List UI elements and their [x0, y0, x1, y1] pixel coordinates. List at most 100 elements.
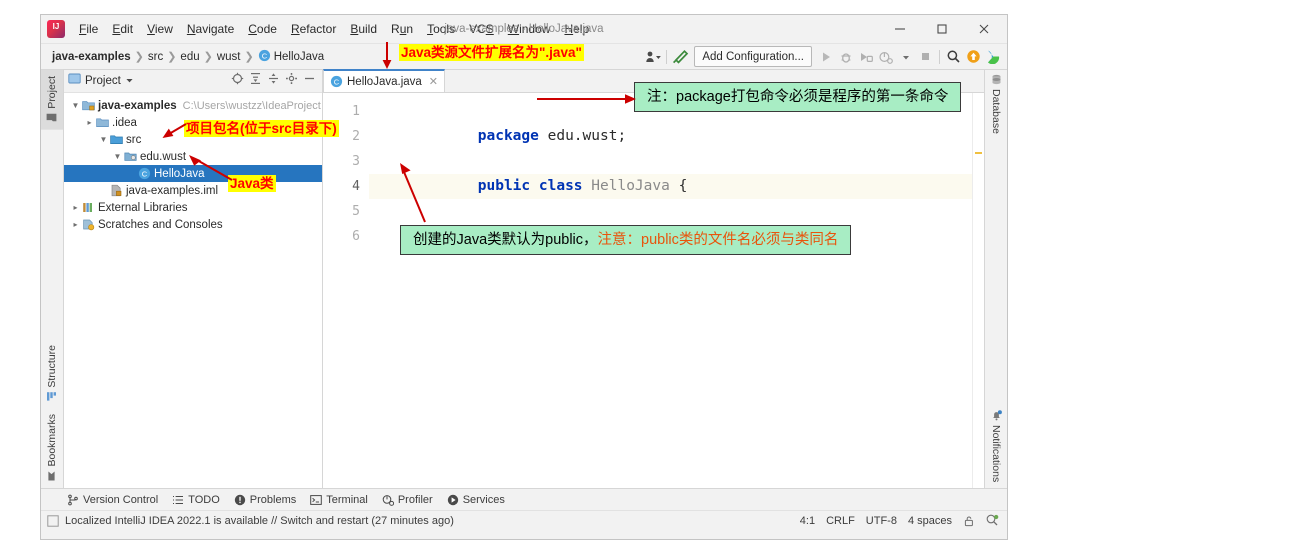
breadcrumb-item-hellojava[interactable]: C HelloJava	[255, 48, 328, 66]
chevron-down-icon[interactable]: ▼	[112, 152, 123, 161]
libraries-icon	[81, 201, 96, 214]
tree-label: java-examples	[98, 99, 177, 112]
encoding-widget[interactable]: UTF-8	[866, 515, 897, 527]
sidebar-item-bookmarks[interactable]: Bookmarks	[41, 408, 63, 488]
menu-build[interactable]: Build	[343, 19, 384, 39]
error-stripe-marker-bar[interactable]	[972, 93, 984, 488]
tool-button-label: TODO	[188, 493, 220, 506]
tool-button-label: Services	[462, 493, 505, 506]
tool-button-todo[interactable]: TODO	[172, 494, 220, 506]
breadcrumb-item-edu[interactable]: edu	[177, 50, 202, 64]
line-number: 4	[352, 179, 360, 194]
tree-row-iml[interactable]: java-examples.iml	[64, 182, 322, 199]
menu-view[interactable]: View	[140, 19, 180, 39]
tree-row-java-examples[interactable]: ▼ java-examples C:\Users\wustzz\IdeaProj…	[64, 97, 322, 114]
scratches-icon	[81, 218, 96, 231]
sidebar-item-notifications[interactable]: Notifications	[990, 404, 1002, 488]
breadcrumb-item-src[interactable]: src	[145, 50, 166, 64]
debug-icon[interactable]	[836, 47, 855, 66]
close-button[interactable]	[963, 16, 1005, 43]
chevron-down-icon[interactable]	[125, 72, 134, 90]
search-everywhere-icon[interactable]	[944, 47, 963, 66]
menu-run[interactable]: Run	[384, 19, 420, 39]
notification-square-icon[interactable]	[47, 514, 59, 527]
tool-button-problems[interactable]: Problems	[234, 494, 296, 506]
caret-position-widget[interactable]: 4:1	[800, 515, 815, 527]
code-text-area[interactable]: package edu.wust; public class HelloJava…	[369, 93, 984, 488]
read-only-lock-icon[interactable]	[963, 515, 975, 527]
indent-widget[interactable]: 4 spaces	[908, 515, 952, 527]
warning-stripe-marker[interactable]	[975, 152, 982, 154]
inspections-widget-icon[interactable]	[986, 514, 999, 527]
hide-icon[interactable]	[303, 72, 316, 90]
tool-button-label: Version Control	[83, 493, 159, 506]
profile-icon[interactable]	[876, 47, 895, 66]
editor-tab-label: HelloJava.java	[347, 75, 422, 88]
java-class-icon: C	[330, 75, 343, 88]
menu-help[interactable]: Help	[557, 19, 596, 39]
code-editor[interactable]: 1 2 3 4 5 6 package edu.wust; public cla…	[323, 93, 984, 488]
breadcrumb-label: HelloJava	[273, 50, 325, 63]
expand-all-icon[interactable]	[249, 72, 262, 90]
tool-button-services[interactable]: Services	[447, 494, 505, 506]
update-icon[interactable]	[964, 47, 983, 66]
project-icon	[68, 72, 81, 90]
sidebar-item-label: Structure	[46, 344, 58, 388]
chevron-right-icon[interactable]: ▸	[84, 118, 95, 127]
locate-icon[interactable]	[231, 72, 244, 90]
close-icon[interactable]: ✕	[426, 75, 438, 88]
tool-button-profiler[interactable]: Profiler	[382, 494, 433, 506]
user-dropdown-icon[interactable]	[643, 47, 662, 66]
chevron-down-icon[interactable]: ▼	[70, 101, 81, 110]
breadcrumb-item-project[interactable]: java-examples	[49, 50, 134, 64]
menu-vcs[interactable]: VCS	[462, 19, 501, 39]
sidebar-item-structure[interactable]: Structure	[41, 339, 63, 409]
menu-file[interactable]: File	[72, 19, 105, 39]
project-icon	[47, 113, 58, 124]
chevron-down-icon[interactable]	[896, 47, 915, 66]
tool-button-terminal[interactable]: Terminal	[310, 494, 368, 506]
editor-tab-hellojava[interactable]: C HelloJava.java ✕	[323, 69, 446, 92]
collapse-all-icon[interactable]	[267, 72, 280, 90]
sidebar-item-label: Project	[46, 76, 58, 109]
toolbar-divider	[666, 49, 668, 64]
line-separator-widget[interactable]: CRLF	[826, 515, 855, 527]
hammer-build-icon[interactable]	[671, 47, 690, 66]
menu-tools[interactable]: Tools	[420, 19, 462, 39]
ide-features-trainer-icon[interactable]	[984, 47, 1003, 66]
sidebar-item-database[interactable]: Database	[990, 70, 1002, 140]
chevron-right-icon[interactable]: ▸	[70, 203, 81, 212]
breadcrumb-separator: ❯	[244, 51, 254, 63]
run-icon[interactable]	[816, 47, 835, 66]
chevron-down-icon[interactable]: ▼	[98, 135, 109, 144]
right-tool-stripe: Database Notifications	[984, 70, 1007, 488]
java-class-icon: C	[137, 167, 152, 180]
menu-edit[interactable]: Edit	[105, 19, 140, 39]
run-with-coverage-icon[interactable]	[856, 47, 875, 66]
breadcrumb: java-examples ❯ src ❯ edu ❯ wust ❯ C Hel…	[49, 48, 327, 66]
stop-icon[interactable]	[916, 47, 935, 66]
tree-row-external-libraries[interactable]: ▸ External Libraries	[64, 199, 322, 216]
add-configuration-button[interactable]: Add Configuration...	[694, 46, 812, 67]
maximize-button[interactable]	[921, 16, 963, 43]
status-message[interactable]: Localized IntelliJ IDEA 2022.1 is availa…	[65, 515, 454, 527]
tree-label: src	[126, 133, 142, 146]
code-token: public	[477, 178, 531, 194]
tree-row-scratches[interactable]: ▸ Scratches and Consoles	[64, 216, 322, 233]
breadcrumb-item-wust[interactable]: wust	[214, 50, 244, 64]
sidebar-item-project[interactable]: Project	[41, 70, 63, 130]
menu-code[interactable]: Code	[241, 19, 284, 39]
menu-window[interactable]: Window	[501, 19, 558, 39]
annotation-arrow-class	[189, 155, 233, 181]
chevron-right-icon[interactable]: ▸	[70, 220, 81, 229]
minimize-button[interactable]	[879, 16, 921, 43]
settings-gear-icon[interactable]	[285, 72, 298, 90]
line-number: 3	[352, 154, 360, 169]
bookmarks-icon	[47, 471, 58, 482]
menu-refactor[interactable]: Refactor	[284, 19, 343, 39]
breadcrumb-label: java-examples	[52, 50, 131, 63]
menu-bar: File Edit View Navigate Code Refactor Bu…	[72, 19, 596, 39]
menu-navigate[interactable]: Navigate	[180, 19, 241, 39]
tree-label: java-examples.iml	[126, 184, 219, 197]
tool-button-version-control[interactable]: Version Control	[67, 494, 158, 506]
